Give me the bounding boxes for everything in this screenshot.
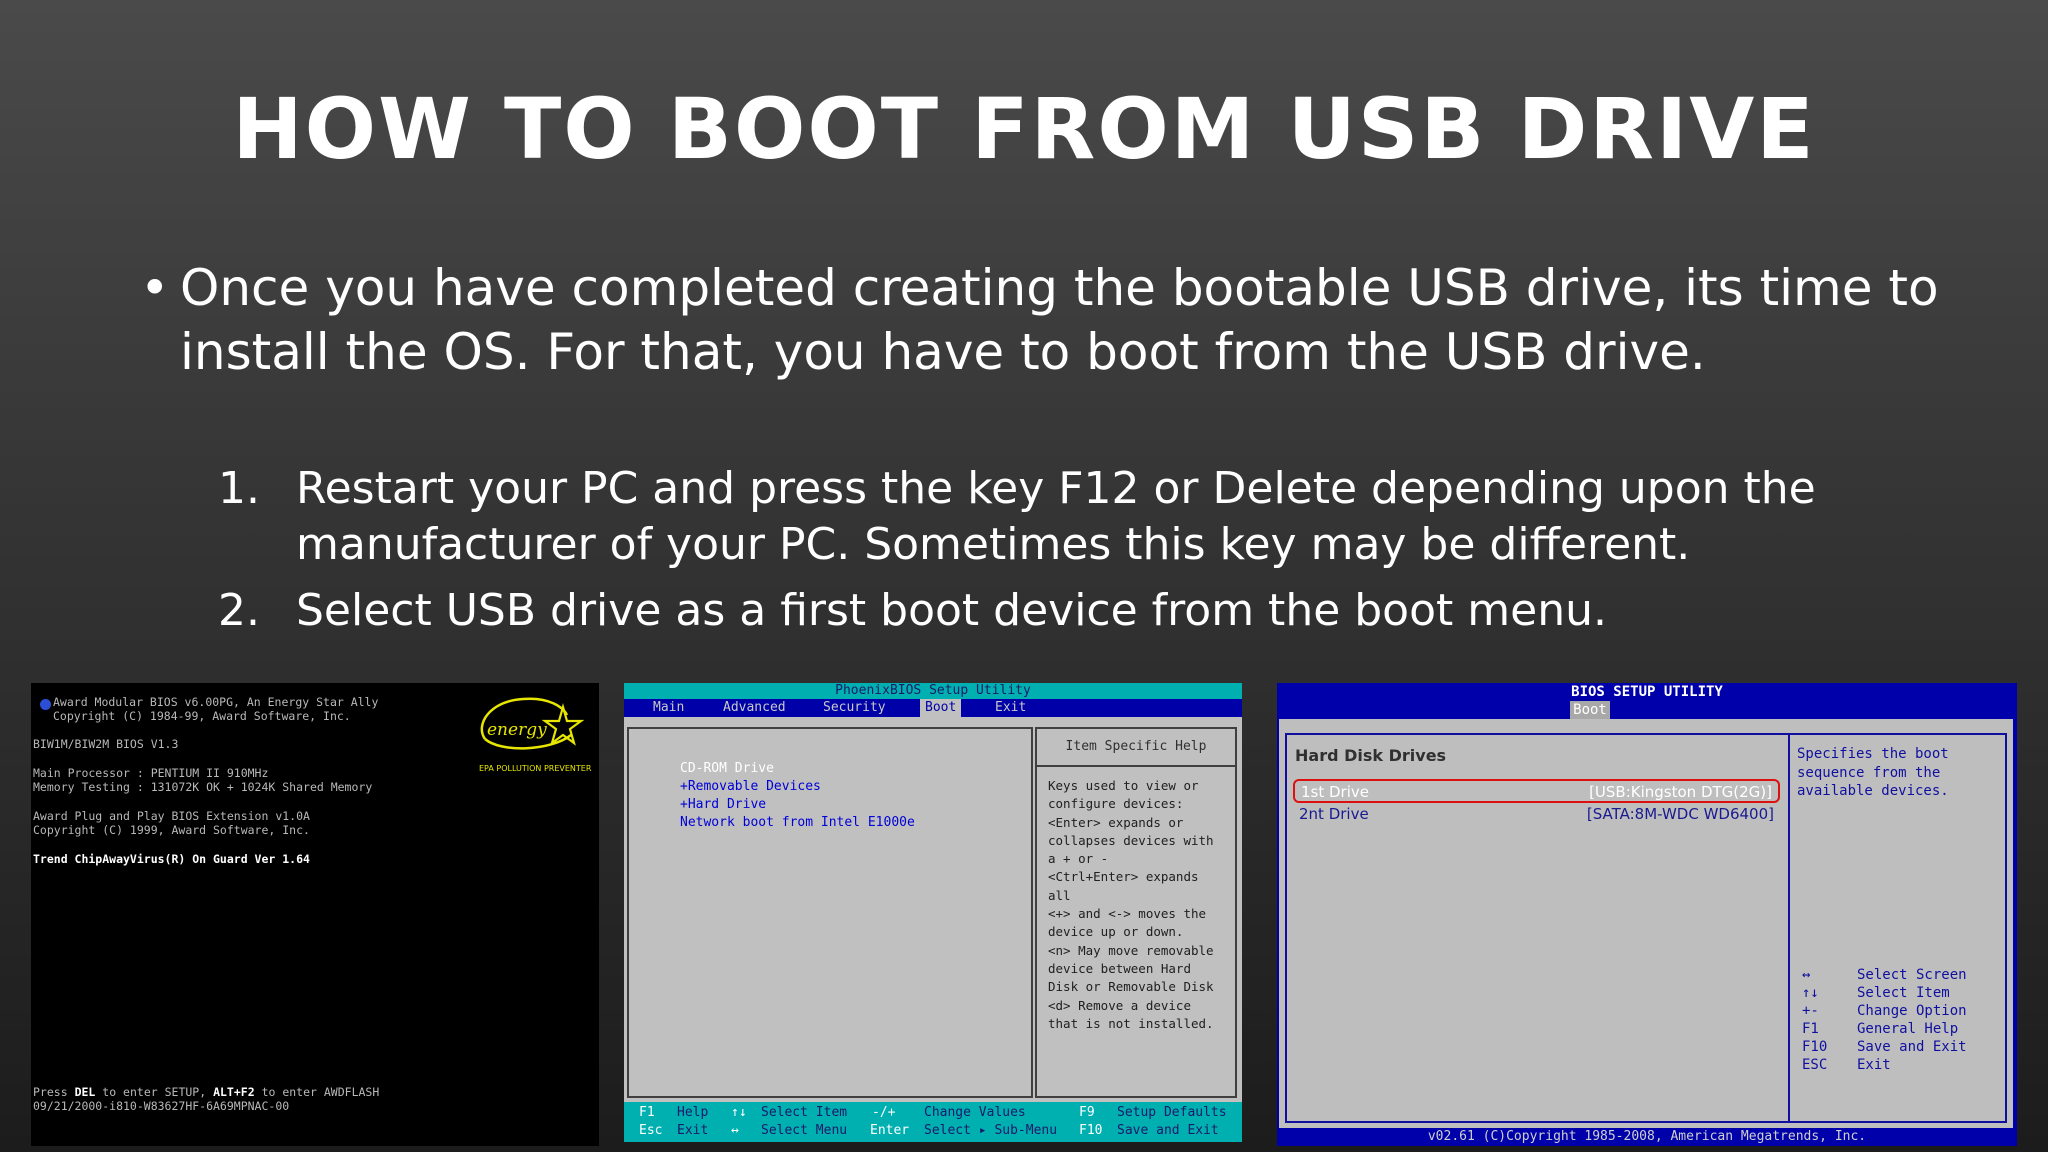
tab-boot[interactable]: Boot [1570,701,1610,719]
post-footer-line: 09/21/2000-i810-W83627HF-6A69MPNAC-00 [33,1099,290,1113]
key-action: Change Option [1857,1003,1967,1019]
boot-item-cdrom[interactable]: CD-ROM Drive [680,761,774,776]
menu-main[interactable]: Main [653,699,684,717]
post-line: Copyright (C) 1999, Award Software, Inc. [33,823,310,837]
key-esc: Esc [639,1123,663,1138]
item-help-title: Item Specific Help [1037,729,1235,767]
footer-press: Press [33,1085,68,1099]
key-label: Select Item [761,1105,848,1120]
step-text: Restart your PC and press the key F12 or… [296,463,1816,570]
step-number: 2. [218,585,260,636]
key-symbol: +- [1802,1003,1819,1019]
key-label: Setup Defaults [1117,1105,1227,1120]
energy-logo-text: energy [487,720,547,740]
ami-bios-screenshot: BIOS SETUP UTILITY Boot Hard Disk Drives… [1277,683,2017,1146]
bullet-dot: • [140,259,170,317]
post-line: Trend ChipAwayVirus(R) On Guard Ver 1.64 [33,852,310,866]
key-symbol: ESC [1802,1057,1828,1073]
menu-boot[interactable]: Boot [920,699,962,717]
drive-value: [USB:Kingston DTG(2G)] [1589,783,1772,801]
step-number: 1. [218,463,260,514]
drive-label: 1st Drive [1301,783,1369,801]
ami-inner-frame: Hard Disk Drives 1st Drive [USB:Kingston… [1285,733,2007,1123]
key-plusminus: -/+ [872,1105,896,1120]
key-f9: F9 [1079,1105,1095,1120]
menu-security[interactable]: Security [823,699,886,717]
drive-row-1st[interactable]: 1st Drive [USB:Kingston DTG(2G)] [1293,779,1780,803]
phoenix-footer: F1 Help ↑↓ Select Item -/+ Change Values… [624,1102,1242,1142]
footer-altf2-key: ALT+F2 [213,1085,255,1099]
drive-label: 2nt Drive [1299,805,1369,823]
ami-title: BIOS SETUP UTILITY [1571,684,1723,700]
key-action: Exit [1857,1057,1891,1073]
boot-item-removable[interactable]: +Removable Devices [680,779,821,794]
bullet-text: Once you have completed creating the boo… [180,259,1939,381]
key-action: Save and Exit [1857,1039,1967,1055]
item-help-panel: Item Specific Help Keys used to view or … [1035,727,1237,1098]
ami-help-text: Specifies the boot sequence from the ava… [1797,746,1949,799]
key-action: General Help [1857,1021,1959,1037]
key-symbol: F1 [1802,1021,1819,1037]
post-line: Award Modular BIOS v6.00PG, An Energy St… [53,695,379,709]
post-line: Main Processor : PENTIUM II 910MHz [33,766,269,780]
item-help-text: Keys used to view or configure devices: … [1048,778,1214,1031]
menu-exit[interactable]: Exit [995,699,1026,717]
footer-mid: to enter SETUP, [102,1085,207,1099]
key-enter: Enter [870,1123,910,1138]
post-line: Award Plug and Play BIOS Extension v1.0A [33,809,310,823]
award-bios-screenshot: Award Modular BIOS v6.00PG, An Energy St… [31,683,599,1146]
slide-title: HOW TO BOOT FROM USB DRIVE [232,80,1816,178]
phoenix-menubar: Main Advanced Security Boot Exit [624,699,1242,717]
post-line: Memory Testing : 131072K OK + 1024K Shar… [33,780,373,794]
post-footer-line: Press DEL to enter SETUP, ALT+F2 to ente… [33,1085,379,1099]
key-label: Select Menu [761,1123,848,1138]
award-logo-icon [40,699,51,710]
boot-item-network[interactable]: Network boot from Intel E1000e [680,815,915,830]
key-label: Select ▸ Sub-Menu [924,1123,1058,1138]
step-text: Select USB drive as a first boot device … [296,585,1607,636]
post-line: Copyright (C) 1984-99, Award Software, I… [53,709,351,723]
boot-order-panel: CD-ROM Drive +Removable Devices +Hard Dr… [627,727,1033,1098]
key-label: Save and Exit [1117,1123,1219,1138]
key-updown: ↑↓ [731,1105,747,1120]
menu-advanced[interactable]: Advanced [723,699,786,717]
phoenix-bios-screenshot: PhoenixBIOS Setup Utility Main Advanced … [624,683,1242,1142]
divider [1788,735,1790,1121]
post-line: BIW1M/BIW2M BIOS V1.3 [33,737,179,751]
key-f10: F10 [1079,1123,1103,1138]
section-heading: Hard Disk Drives [1295,746,1447,765]
key-f1: F1 [639,1105,655,1120]
energy-caption: EPA POLLUTION PREVENTER [479,764,592,773]
drive-value: [SATA:8M-WDC WD6400] [1586,805,1774,823]
footer-del-key: DEL [74,1085,96,1099]
key-action: Select Screen [1857,967,1967,983]
key-symbol: ↑↓ [1802,985,1819,1001]
drive-row-2nd[interactable]: 2nt Drive [SATA:8M-WDC WD6400] [1293,803,1780,827]
ami-footer: v02.61 (C)Copyright 1985-2008, American … [1427,1129,1867,1144]
footer-end: to enter AWDFLASH [261,1085,380,1099]
key-leftright: ↔ [731,1123,739,1138]
key-action: Select Item [1857,985,1950,1001]
energy-star-logo-icon: energy [480,697,585,750]
key-label: Help [677,1105,709,1120]
ami-body: Hard Disk Drives 1st Drive [USB:Kingston… [1279,719,2013,1128]
key-label: Exit [677,1123,709,1138]
boot-item-hard-drive[interactable]: +Hard Drive [680,797,766,812]
key-label: Change Values [924,1105,1026,1120]
phoenix-title: PhoenixBIOS Setup Utility [624,683,1242,699]
key-symbol: ↔ [1802,967,1811,983]
key-symbol: F10 [1802,1039,1828,1055]
